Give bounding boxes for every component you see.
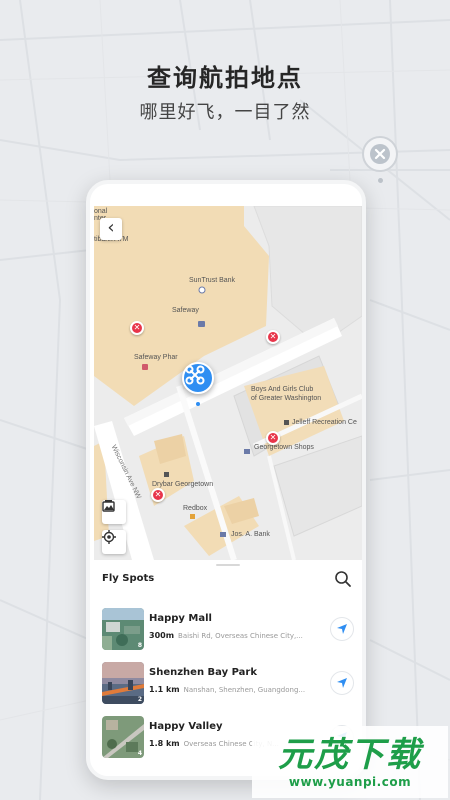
map-view[interactable]: onal nter tibank ATM SunTrust Bank Safew… xyxy=(94,206,362,560)
close-circle-icon xyxy=(370,144,390,164)
spot-address: Baishi Rd, Overseas Chinese City,... xyxy=(178,632,303,640)
no-fly-zone-marker[interactable]: ✕ xyxy=(266,330,280,344)
spot-meta: 300m Baishi Rd, Overseas Chinese City,... xyxy=(149,631,309,640)
locate-icon xyxy=(102,530,116,544)
map-label-georgetown-shops: Georgetown Shops xyxy=(254,444,314,451)
map-label-jelleff: Jelleff Recreation Ce xyxy=(292,419,357,426)
no-fly-zone-marker[interactable]: ✕ xyxy=(130,321,144,335)
navigate-button[interactable] xyxy=(330,617,354,641)
map-label-boys-girls-1: Boys And Girls Club xyxy=(251,386,314,393)
map-label-drybar: Drybar Georgetown xyxy=(152,481,214,488)
map-label-redbox: Redbox xyxy=(183,505,208,512)
spot-thumbnail: 8 xyxy=(102,608,144,650)
list-item[interactable]: 2 Shenzhen Bay Park 1.1 km Nanshan, Shenz… xyxy=(94,658,362,710)
map-canvas xyxy=(94,206,362,560)
close-icon: ✕ xyxy=(269,433,277,442)
marker-dot xyxy=(378,178,383,183)
watermark-logo: 元茂下载 xyxy=(278,735,422,775)
close-icon: ✕ xyxy=(154,490,162,499)
navigate-button[interactable] xyxy=(330,671,354,695)
close-icon: ✕ xyxy=(269,332,277,341)
drone-position-dot xyxy=(196,402,200,406)
map-layer-button[interactable] xyxy=(102,500,126,524)
search-icon xyxy=(335,571,351,587)
no-fly-zone-marker xyxy=(362,136,398,172)
chevron-left-icon: ‹ xyxy=(107,217,115,238)
photo-count-badge: 8 xyxy=(137,642,142,649)
spot-thumbnail: 2 xyxy=(102,662,144,704)
close-icon: ✕ xyxy=(133,323,141,332)
spot-name: Happy Mall xyxy=(149,613,212,624)
phone-frame: onal nter tibank ATM SunTrust Bank Safew… xyxy=(86,180,366,780)
map-label-suntrust: SunTrust Bank xyxy=(189,277,236,284)
promo-headline: 查询航拍地点 xyxy=(147,64,303,92)
spot-distance: 1.1 km xyxy=(149,685,180,694)
drag-handle[interactable] xyxy=(216,564,240,566)
no-fly-zone-marker[interactable]: ✕ xyxy=(151,488,165,502)
navigation-arrow-icon xyxy=(337,624,347,634)
watermark-url: www.yuanpi.com xyxy=(288,775,412,789)
navigation-arrow-icon xyxy=(337,678,347,688)
site-watermark: 元茂下载 www.yuanpi.com xyxy=(252,726,448,798)
map-label-jos-bank: Jos. A. Bank xyxy=(231,531,270,538)
drone-icon xyxy=(185,365,205,385)
no-fly-zone-marker[interactable]: ✕ xyxy=(266,431,280,445)
map-label-safeway-pharmacy: Safeway Phar xyxy=(134,354,178,361)
spot-name: Shenzhen Bay Park xyxy=(149,667,257,678)
drone-location-marker[interactable] xyxy=(182,362,214,394)
spot-address: Nanshan, Shenzhen, Guangdong... xyxy=(183,686,306,694)
app-screen: onal nter tibank ATM SunTrust Bank Safew… xyxy=(94,206,362,776)
spot-distance: 300m xyxy=(149,631,175,640)
promo-subline: 哪里好飞，一目了然 xyxy=(139,102,311,123)
spot-meta: 1.1 km Nanshan, Shenzhen, Guangdong... xyxy=(149,685,309,694)
photo-count-badge: 2 xyxy=(137,696,142,703)
spot-distance: 1.8 km xyxy=(149,739,180,748)
back-button[interactable]: ‹ xyxy=(100,218,122,240)
spot-thumbnail: 4 xyxy=(102,716,144,758)
map-label-boys-girls-2: of Greater Washington xyxy=(251,395,322,402)
map-label-safeway: Safeway xyxy=(172,307,199,314)
photo-count-badge: 4 xyxy=(137,750,142,757)
search-button[interactable] xyxy=(334,570,352,588)
panel-title: Fly Spots xyxy=(102,573,155,584)
image-icon xyxy=(102,500,115,512)
spot-name: Happy Valley xyxy=(149,721,223,732)
list-item[interactable]: 8 Happy Mall 300m Baishi Rd, Overseas Chi… xyxy=(94,604,362,656)
locate-button[interactable] xyxy=(102,530,126,554)
